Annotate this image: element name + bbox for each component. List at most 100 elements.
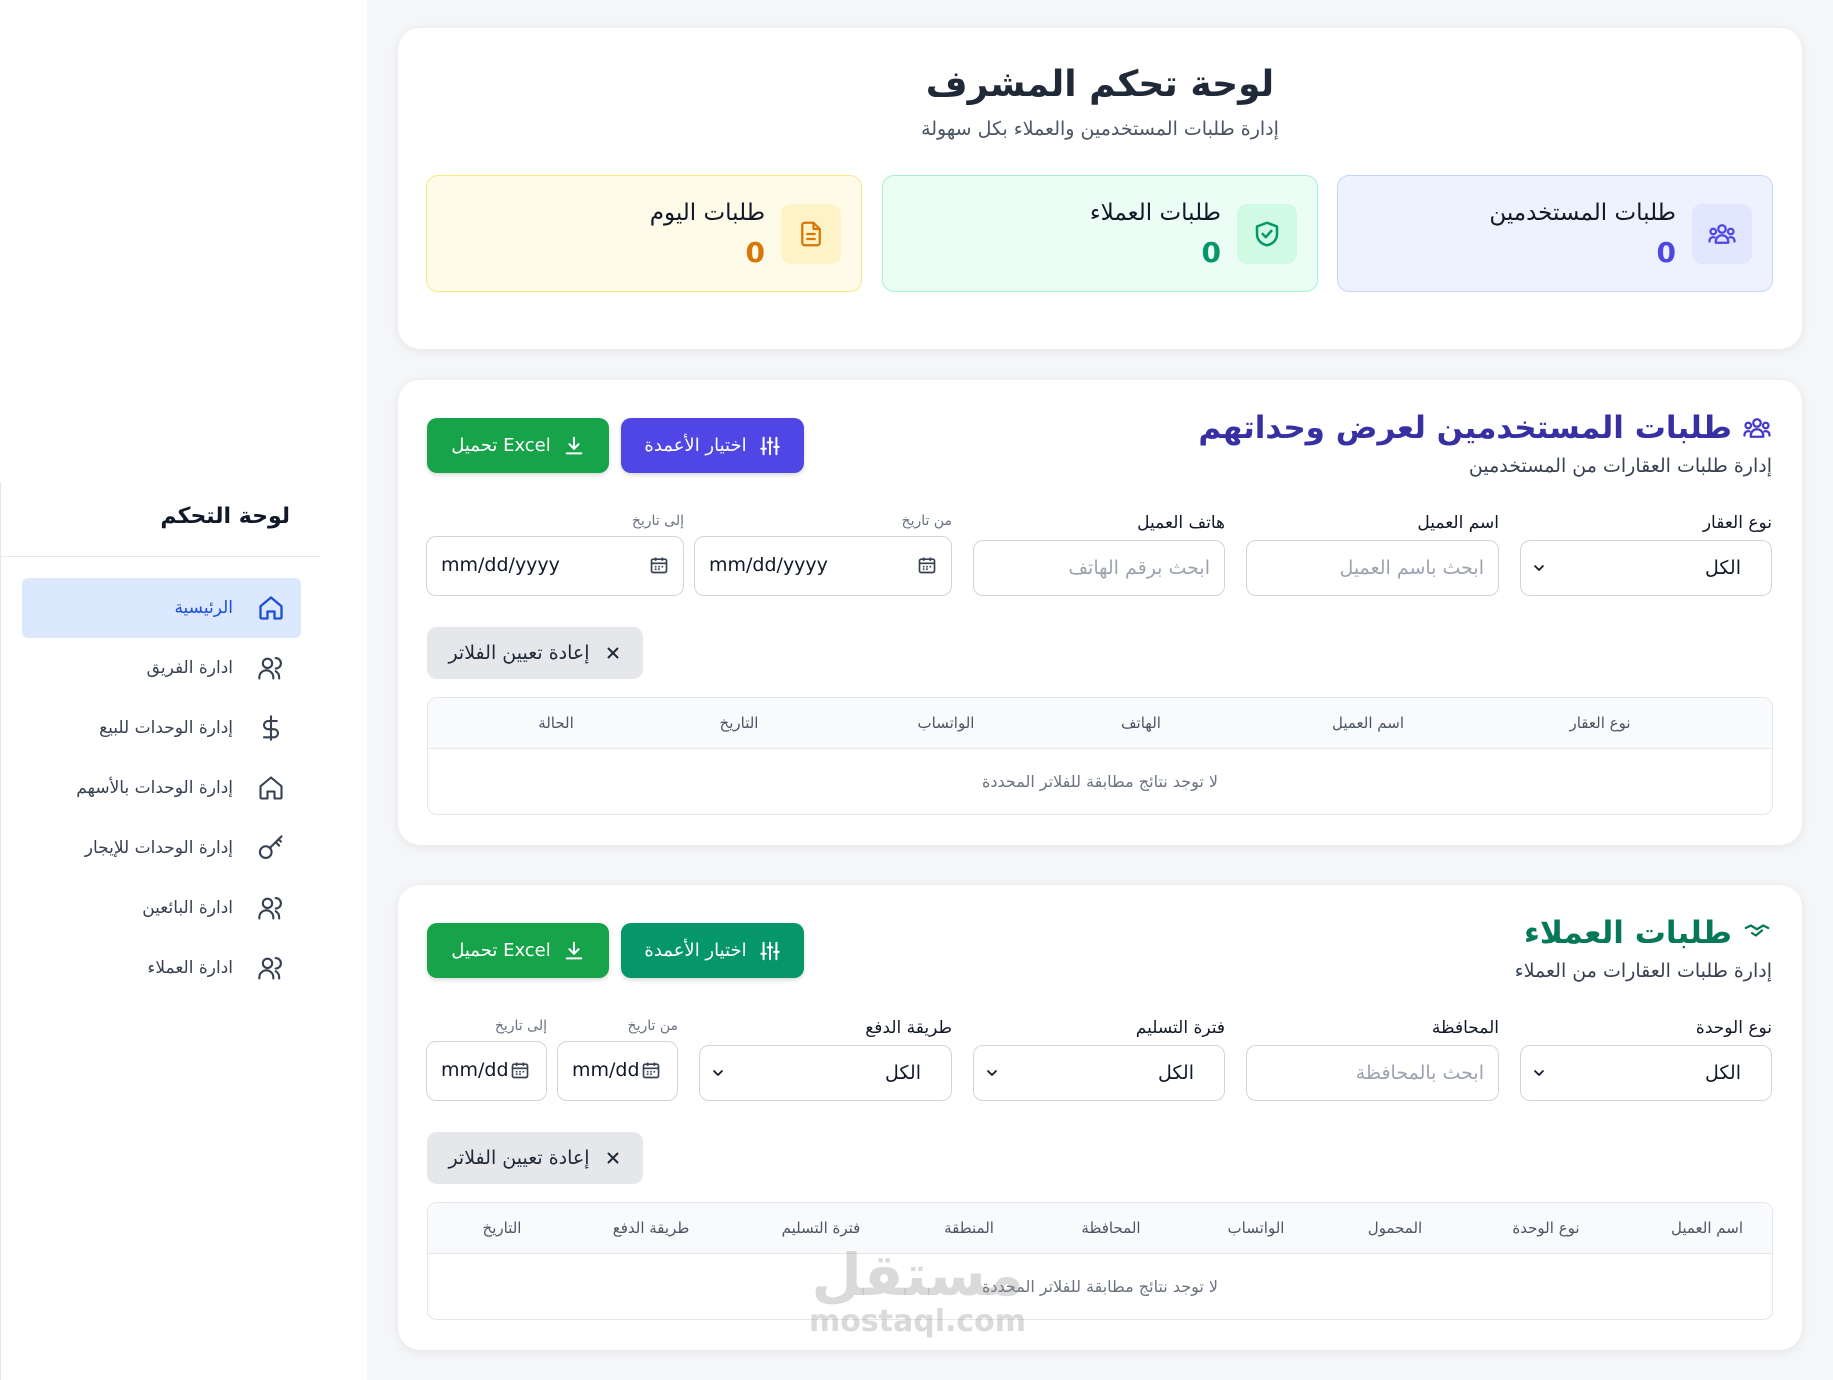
date-value: mm/dd/yyyy: [709, 554, 828, 576]
payment-method-select[interactable]: الكل: [699, 1045, 952, 1101]
section-header: طلبات العملاء: [1524, 915, 1772, 951]
sidebar-panel: لوحة التحكم الرئيسية ادارة الفريق إدارة …: [0, 482, 320, 1380]
sidebar-item-home[interactable]: الرئيسية: [22, 578, 301, 638]
close-icon: [604, 1149, 622, 1167]
client-requests-card: طلبات العملاء إدارة طلبات العقارات من ال…: [398, 885, 1802, 1350]
button-label: تحميل Excel: [451, 435, 551, 456]
reset-filters-button[interactable]: إعادة تعيين الفلاتر: [427, 1132, 643, 1184]
delivery-period-select[interactable]: الكل: [973, 1045, 1225, 1101]
user-requests-card: طلبات المستخدمين لعرض وحداتهم إدارة طلبا…: [398, 380, 1802, 845]
calendar-icon[interactable]: [649, 555, 669, 575]
sidebar-item-clients[interactable]: ادارة العملاء: [22, 938, 301, 998]
governorate-label: المحافظة: [1431, 1018, 1499, 1038]
stat-label: طلبات المستخدمين: [1489, 200, 1676, 226]
users-group-icon: [1742, 413, 1772, 443]
handshake-icon: [1742, 918, 1772, 948]
button-label: إعادة تعيين الفلاتر: [448, 642, 590, 664]
button-label: إعادة تعيين الفلاتر: [448, 1147, 590, 1169]
stat-value: 0: [745, 236, 765, 269]
column-header[interactable]: طريقة الدفع: [613, 1219, 690, 1237]
choose-columns-button[interactable]: اختيار الأعمدة: [621, 418, 804, 473]
sidebar-item-label: الرئيسية: [174, 598, 233, 618]
from-date-input[interactable]: mm/dd/yyyy: [694, 536, 952, 596]
sidebar-item-shares-units[interactable]: إدارة الوحدات بالأسهم: [22, 758, 301, 818]
excel-download-button[interactable]: تحميل Excel: [427, 418, 609, 473]
column-header[interactable]: اسم العميل: [1671, 1219, 1743, 1237]
to-date-input[interactable]: mm/dd/yyyy: [426, 536, 684, 596]
shield-check-icon: [1237, 204, 1297, 264]
property-type-select[interactable]: الكل: [1520, 540, 1772, 596]
client-requests-table: اسم العميل نوع الوحدة المحمول الواتساب ا…: [427, 1202, 1773, 1320]
empty-message: لا توجد نتائج مطابقة للفلاتر المحددة: [981, 772, 1219, 791]
column-header[interactable]: التاريخ: [483, 1219, 522, 1237]
sidebar-item-label: إدارة الوحدات بالأسهم: [76, 778, 233, 798]
column-header[interactable]: المنطقة: [944, 1219, 994, 1237]
stat-value: 0: [1656, 236, 1676, 269]
sidebar-item-sale-units[interactable]: إدارة الوحدات للبيع: [22, 698, 301, 758]
select-value: الكل: [885, 1062, 921, 1084]
client-phone-label: هاتف العميل: [1137, 513, 1225, 533]
stat-value: 0: [1201, 236, 1221, 269]
sidebar-title: لوحة التحكم: [160, 504, 290, 529]
stat-card-user-requests: طلبات المستخدمين 0: [1337, 175, 1773, 292]
sidebar-item-team[interactable]: ادارة الفريق: [22, 638, 301, 698]
column-header[interactable]: الهاتف: [1121, 714, 1161, 732]
column-header[interactable]: المحافظة: [1081, 1219, 1140, 1237]
column-header[interactable]: المحمول: [1368, 1219, 1422, 1237]
column-header[interactable]: اسم العميل: [1332, 714, 1404, 732]
sidebar-item-label: ادارة العملاء: [147, 958, 233, 978]
unit-type-label: نوع الوحدة: [1695, 1018, 1772, 1038]
column-header[interactable]: نوع العقار: [1569, 714, 1630, 732]
client-name-input[interactable]: ابحث باسم العميل: [1246, 540, 1499, 596]
client-name-label: اسم العميل: [1417, 513, 1499, 533]
sidebar-item-label: ادارة الفريق: [146, 658, 233, 678]
choose-columns-button[interactable]: اختيار الأعمدة: [621, 923, 804, 978]
client-phone-input[interactable]: ابحث برقم الهاتف: [973, 540, 1225, 596]
page-title: لوحة تحكم المشرف: [925, 64, 1275, 105]
column-header[interactable]: نوع الوحدة: [1512, 1219, 1579, 1237]
date-value: mm/dd: [441, 1059, 509, 1081]
calendar-icon[interactable]: [641, 1060, 661, 1080]
section-title: طلبات العملاء: [1523, 915, 1732, 951]
sidebar-item-sellers[interactable]: ادارة البائعين: [22, 878, 301, 938]
select-value: الكل: [1158, 1062, 1194, 1084]
stat-card-today-requests: طلبات اليوم 0: [426, 175, 862, 292]
home-icon: [255, 772, 287, 804]
delivery-period-label: فترة التسليم: [1135, 1018, 1225, 1038]
sidebar-item-rent-units[interactable]: إدارة الوحدات للإيجار: [22, 818, 301, 878]
section-header: طلبات المستخدمين لعرض وحداتهم: [1198, 410, 1772, 446]
column-header[interactable]: الحالة: [538, 714, 574, 732]
stat-label: طلبات العملاء: [1089, 200, 1221, 226]
sliders-icon: [759, 940, 781, 962]
column-header[interactable]: فترة التسليم: [782, 1219, 861, 1237]
close-icon: [604, 644, 622, 662]
column-header[interactable]: التاريخ: [720, 714, 759, 732]
sidebar: لوحة التحكم الرئيسية ادارة الفريق إدارة …: [0, 0, 367, 1380]
download-icon: [563, 435, 585, 457]
dashboard-header-card: لوحة تحكم المشرف إدارة طلبات المستخدمين …: [398, 28, 1802, 349]
calendar-icon[interactable]: [917, 555, 937, 575]
from-date-label: من تاريخ: [627, 1018, 678, 1034]
input-placeholder: ابحث باسم العميل: [1339, 557, 1484, 579]
to-date-label: إلى تاريخ: [631, 513, 684, 529]
column-header[interactable]: الواتساب: [1228, 1219, 1285, 1237]
from-date-input[interactable]: mm/dd: [557, 1041, 678, 1101]
excel-download-button[interactable]: تحميل Excel: [427, 923, 609, 978]
calendar-icon[interactable]: [510, 1060, 530, 1080]
chevron-down-icon: [710, 1065, 726, 1081]
select-value: الكل: [1705, 557, 1741, 579]
reset-filters-button[interactable]: إعادة تعيين الفلاتر: [427, 627, 643, 679]
governorate-input[interactable]: ابحث بالمحافظة: [1246, 1045, 1499, 1101]
sliders-icon: [759, 435, 781, 457]
download-icon: [563, 940, 585, 962]
chevron-down-icon: [1531, 560, 1547, 576]
to-date-input[interactable]: mm/dd: [426, 1041, 547, 1101]
section-subtitle: إدارة طلبات العقارات من العملاء: [1514, 960, 1772, 982]
sidebar-item-label: إدارة الوحدات للإيجار: [84, 838, 233, 858]
users-group-icon: [1692, 204, 1752, 264]
document-icon: [781, 204, 841, 264]
column-header[interactable]: الواتساب: [918, 714, 975, 732]
select-value: الكل: [1705, 1062, 1741, 1084]
unit-type-select[interactable]: الكل: [1520, 1045, 1772, 1101]
section-subtitle: إدارة طلبات العقارات من المستخدمين: [1468, 455, 1772, 477]
